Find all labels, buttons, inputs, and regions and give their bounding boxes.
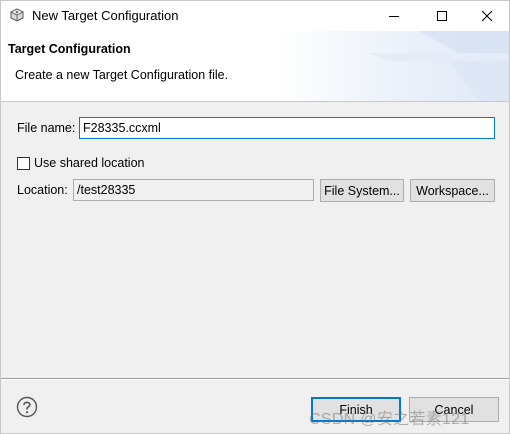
maximize-icon [437, 11, 447, 21]
minimize-button[interactable] [371, 1, 417, 31]
question-circle-icon[interactable] [16, 396, 38, 418]
window-title: New Target Configuration [32, 8, 179, 23]
file-name-input[interactable] [79, 117, 495, 139]
finish-button[interactable]: Finish [311, 397, 401, 422]
file-name-label: File name: [17, 121, 76, 135]
dialog-window: New Target Configuration Target Configur… [0, 0, 510, 434]
close-button[interactable] [464, 1, 509, 31]
title-bar[interactable]: New Target Configuration [1, 1, 509, 31]
footer-separator [1, 378, 509, 380]
minimize-icon [389, 16, 399, 17]
file-system-button[interactable]: File System... [320, 179, 404, 202]
cancel-button[interactable]: Cancel [409, 397, 499, 422]
location-label: Location: [17, 183, 68, 197]
page-description: Create a new Target Configuration file. [15, 68, 229, 82]
close-icon [481, 10, 493, 22]
banner-decoration [369, 31, 509, 101]
header-banner: Target Configuration Create a new Target… [1, 31, 509, 102]
workspace-button[interactable]: Workspace... [410, 179, 495, 202]
gear-cube-icon [10, 8, 24, 22]
location-input[interactable] [73, 179, 314, 201]
page-title: Target Configuration [8, 42, 131, 56]
use-shared-location-label[interactable]: Use shared location [34, 156, 144, 170]
maximize-button[interactable] [419, 1, 465, 31]
use-shared-location-checkbox[interactable] [17, 157, 30, 170]
